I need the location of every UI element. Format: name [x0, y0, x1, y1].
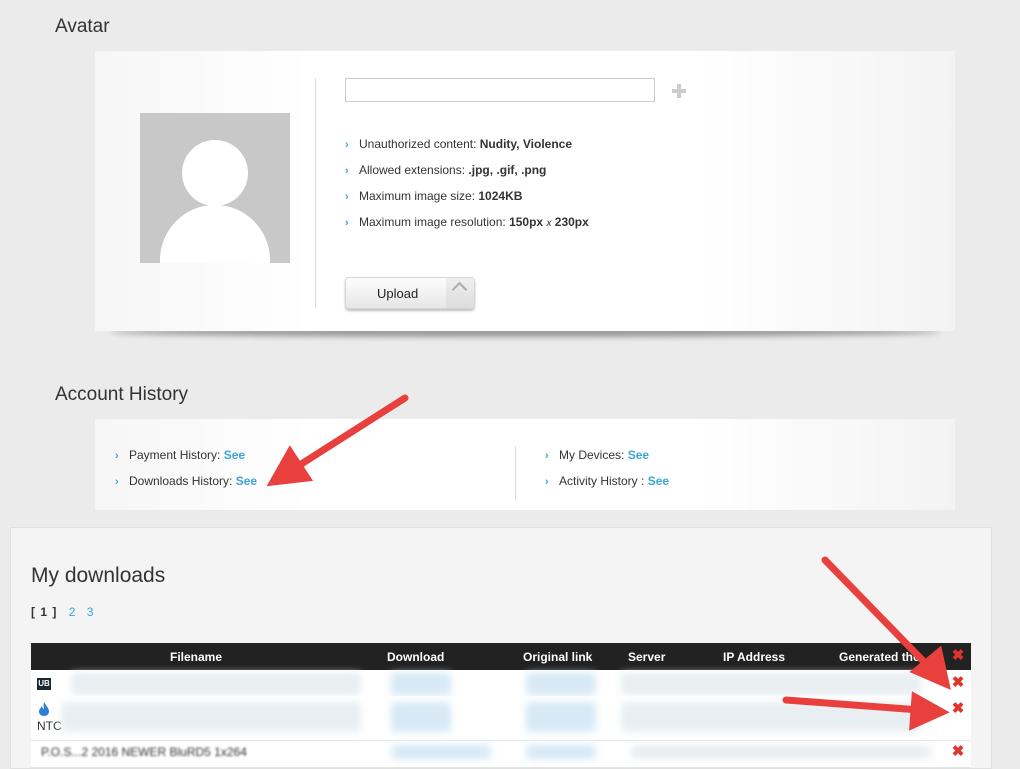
rule-label: Unauthorized content: — [359, 137, 477, 151]
avatar-head-shape — [182, 140, 248, 206]
rule-max-image-size: › Maximum image size: 1024KB — [345, 189, 522, 203]
redacted-meta — [621, 673, 921, 695]
page-link[interactable]: 2 — [69, 605, 76, 619]
redacted-filename — [71, 673, 361, 695]
rule-unauthorized-content: › Unauthorized content: Nudity, Violence — [345, 137, 572, 151]
rule-value: .jpg, .gif, .png — [468, 163, 547, 177]
redacted-original-link — [526, 673, 596, 695]
activity-history-label: Activity History : — [559, 474, 645, 488]
redacted-download — [391, 745, 491, 759]
chevron-right-icon: › — [545, 450, 549, 462]
payment-history-label: Payment History: — [129, 448, 221, 462]
rule-allowed-extensions: › Allowed extensions: .jpg, .gif, .png — [345, 163, 546, 177]
account-history-title: Account History — [55, 384, 189, 405]
downloads-history-item: › Downloads History: See — [115, 474, 257, 488]
redacted-download — [391, 673, 451, 695]
avatar-file-input[interactable] — [345, 78, 655, 102]
flame-icon — [39, 702, 49, 716]
chevron-right-icon: › — [345, 139, 349, 151]
activity-history-item: › Activity History : See — [545, 474, 669, 488]
rule-value-width: 150px — [509, 215, 544, 229]
rule-value-height: 230px — [554, 215, 589, 229]
table-row: NTC ✖ — [31, 696, 971, 741]
delete-row-icon[interactable]: ✖ — [951, 675, 965, 690]
col-generated[interactable]: Generated the — [839, 650, 920, 664]
my-devices-item: › My Devices: See — [545, 448, 649, 462]
chevron-right-icon: › — [545, 476, 549, 488]
pagination: [ 1 ] 2 3 — [31, 605, 93, 619]
table-row: UB ✖ — [31, 670, 971, 697]
avatar-divider — [315, 78, 316, 308]
downloads-table-header: Filename Download Original link Server I… — [31, 643, 971, 670]
current-page: [ 1 ] — [31, 605, 58, 619]
rule-value: 1024KB — [478, 189, 523, 203]
chevron-right-icon: › — [345, 217, 349, 229]
account-history-card: › Payment History: See › Downloads History… — [95, 419, 955, 510]
redacted-original-link — [526, 702, 596, 732]
col-ip-address[interactable]: IP Address — [723, 650, 785, 664]
my-downloads-title: My downloads — [31, 564, 166, 587]
payment-history-item: › Payment History: See — [115, 448, 245, 462]
col-server[interactable]: Server — [628, 650, 665, 664]
rule-label: Allowed extensions: — [359, 163, 466, 177]
downloads-history-label: Downloads History: — [129, 474, 233, 488]
history-divider — [515, 446, 516, 501]
upload-button-label: Upload — [377, 286, 419, 301]
chevron-right-icon: › — [345, 165, 349, 177]
rule-label: Maximum image resolution: — [359, 215, 506, 229]
rule-max-image-resolution: › Maximum image resolution: 150px x 230px — [345, 215, 589, 229]
redacted-original-link — [526, 745, 596, 759]
payment-history-see-link[interactable]: See — [224, 448, 245, 462]
site-logo-icon: UB — [37, 678, 51, 690]
my-downloads-panel: My downloads [ 1 ] 2 3 Filename Download… — [10, 527, 992, 769]
chevron-right-icon: › — [115, 450, 119, 462]
col-download[interactable]: Download — [387, 650, 444, 664]
my-devices-see-link[interactable]: See — [628, 448, 649, 462]
delete-row-icon[interactable]: ✖ — [951, 701, 965, 716]
row-filename-partial: NTC — [37, 719, 62, 733]
delete-all-icon[interactable]: ✖ — [951, 648, 965, 663]
page-link[interactable]: 3 — [87, 605, 94, 619]
redacted-filename — [61, 702, 361, 732]
my-devices-label: My Devices: — [559, 448, 625, 462]
downloads-history-see-link[interactable]: See — [236, 474, 257, 488]
redacted-meta — [631, 745, 931, 759]
avatar-body-shape — [160, 205, 270, 263]
chevron-right-icon: › — [345, 191, 349, 203]
rule-label: Maximum image size: — [359, 189, 476, 203]
col-original-link[interactable]: Original link — [523, 650, 592, 664]
activity-history-see-link[interactable]: See — [648, 474, 669, 488]
row-filename: P.O.S...2 2016 NEWER BluRD5 1x264 — [41, 745, 247, 759]
upload-button[interactable]: Upload — [345, 277, 475, 309]
redacted-download — [391, 702, 451, 732]
rule-separator: x — [546, 218, 552, 229]
col-filename[interactable]: Filename — [170, 650, 222, 664]
rule-value: Nudity, Violence — [479, 137, 573, 151]
avatar-card: › Unauthorized content: Nudity, Violence … — [95, 51, 955, 331]
delete-row-icon[interactable]: ✖ — [951, 744, 965, 759]
redacted-meta — [621, 702, 921, 732]
chevron-right-icon: › — [115, 476, 119, 488]
add-file-plus-icon[interactable] — [672, 84, 686, 98]
upload-arrow-icon — [446, 278, 474, 308]
avatar-placeholder-image — [140, 113, 290, 263]
avatar-section-title: Avatar — [55, 16, 110, 37]
table-row: P.O.S...2 2016 NEWER BluRD5 1x264 ✖ — [31, 741, 971, 768]
